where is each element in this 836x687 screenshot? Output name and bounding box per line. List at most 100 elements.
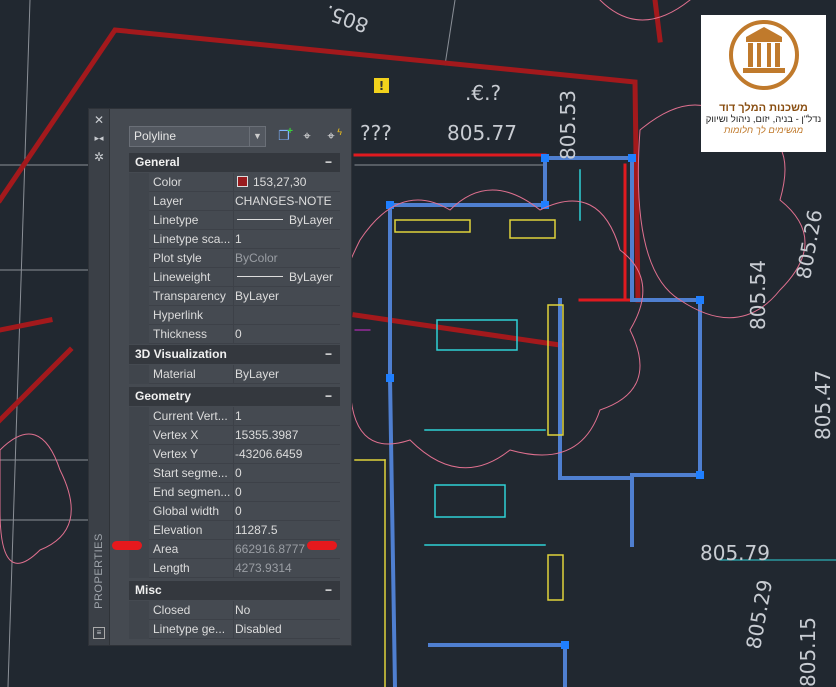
property-value[interactable]: CHANGES-NOTE — [233, 192, 340, 210]
collapse-icon[interactable]: − — [325, 345, 332, 364]
property-value-text: Disabled — [235, 622, 282, 636]
property-row-current-vert[interactable]: Current Vert... 1 — [129, 407, 340, 426]
row-gutter — [129, 502, 149, 521]
row-gutter — [129, 407, 149, 426]
section-header-3d-visualization[interactable]: 3D Visualization − — [129, 345, 340, 364]
property-row-hyperlink[interactable]: Hyperlink — [129, 306, 340, 325]
property-row-transparency[interactable]: Transparency ByLayer — [129, 287, 340, 306]
property-value-text: No — [235, 603, 251, 617]
property-value[interactable] — [233, 306, 340, 324]
property-value[interactable]: ByLayer — [233, 211, 340, 229]
cad-label: 805.53 — [556, 90, 580, 160]
property-value: 4273.9314 — [233, 559, 340, 577]
section-title: Geometry — [135, 389, 192, 403]
property-label: Material — [153, 367, 196, 381]
property-label: Linetype — [153, 213, 199, 227]
property-label: Vertex Y — [153, 447, 199, 461]
property-value[interactable]: ByLayer — [233, 268, 340, 286]
property-row-linetype[interactable]: Linetype ByLayer — [129, 211, 340, 230]
row-gutter — [129, 464, 149, 483]
property-row-closed[interactable]: Closed No — [129, 601, 340, 620]
linetype-preview-icon — [237, 219, 283, 220]
section-header-geometry[interactable]: Geometry − — [129, 387, 340, 406]
row-gutter — [129, 445, 149, 464]
section-header-general[interactable]: General − — [129, 153, 340, 172]
property-row-length[interactable]: Length 4273.9314 — [129, 559, 340, 578]
row-gutter — [129, 211, 149, 230]
property-value-text: ByColor — [235, 251, 278, 265]
property-label: Elevation — [153, 523, 203, 537]
property-value[interactable]: 1 — [233, 407, 340, 425]
property-row-linetype-sca[interactable]: Linetype sca... 1 — [129, 230, 340, 249]
property-label: Global width — [153, 504, 220, 518]
property-row-color[interactable]: Color 153,27,30 — [129, 173, 340, 192]
section-rows-3d-visualization: Material ByLayer — [129, 365, 340, 384]
property-row-material[interactable]: Material ByLayer — [129, 365, 340, 384]
cad-label: ??? — [360, 121, 392, 145]
property-value-text: 15355.3987 — [235, 428, 299, 442]
row-gutter — [129, 426, 149, 445]
gear-icon[interactable]: ✲ — [92, 150, 106, 164]
row-gutter — [129, 325, 149, 344]
property-value-text: 0 — [235, 466, 242, 480]
property-value[interactable]: Disabled — [233, 620, 340, 638]
palette-title-strip[interactable]: ✕ ▸◂ ✲ PROPERTIES ≡ — [89, 109, 110, 645]
property-label: Linetype sca... — [153, 232, 231, 246]
property-label: Layer — [153, 194, 184, 208]
property-label: Current Vert... — [153, 409, 228, 423]
object-type-dropdown[interactable]: Polyline ▼ — [129, 126, 266, 147]
logo-slogan: מגשימים לך חלומות — [723, 125, 804, 136]
property-label: Start segme... — [153, 466, 228, 480]
row-gutter — [129, 268, 149, 287]
property-value[interactable]: No — [233, 601, 340, 619]
property-value[interactable]: ByLayer — [233, 287, 340, 305]
property-row-end-segmen[interactable]: End segmen... 0 — [129, 483, 340, 502]
property-row-vertex-x[interactable]: Vertex X 15355.3987 — [129, 426, 340, 445]
exclamation-warning-icon[interactable]: ! — [374, 78, 389, 93]
property-value[interactable]: 0 — [233, 325, 340, 343]
property-value[interactable]: 153,27,30 — [233, 173, 340, 191]
property-value[interactable]: 0 — [233, 502, 340, 520]
collapse-icon[interactable]: − — [325, 387, 332, 406]
property-row-lineweight[interactable]: Lineweight ByLayer — [129, 268, 340, 287]
row-gutter — [129, 173, 149, 192]
section-rows-general: Color 153,27,30 Layer CHANGES-NOTE Linetype B… — [129, 173, 340, 344]
property-value[interactable]: ByLayer — [233, 365, 340, 383]
property-value[interactable]: 0 — [233, 464, 340, 482]
toggle-pickadd-icon[interactable]: ❐ + — [275, 126, 293, 145]
property-value[interactable]: 1 — [233, 230, 340, 248]
property-value[interactable]: 0 — [233, 483, 340, 501]
quick-select-icon[interactable]: ⌖ ϟ — [322, 127, 342, 145]
property-value[interactable]: 15355.3987 — [233, 426, 340, 444]
property-row-global-width[interactable]: Global width 0 — [129, 502, 340, 521]
select-objects-icon[interactable]: ⌖ — [298, 127, 316, 145]
section-title: 3D Visualization — [135, 347, 227, 361]
property-value[interactable]: 11287.5 — [233, 521, 340, 539]
close-icon[interactable]: ✕ — [92, 113, 106, 127]
auto-hide-icon[interactable]: ▸◂ — [92, 131, 106, 145]
property-value-text: 11287.5 — [235, 523, 278, 537]
collapse-icon[interactable]: − — [325, 581, 332, 600]
property-label: Hyperlink — [153, 308, 204, 322]
property-value[interactable]: -43206.6459 — [233, 445, 340, 463]
company-logo: משכנות המלך דוד נדל"ן - בניה, יזום, ניהו… — [701, 15, 826, 152]
cad-label: 805. — [322, 0, 372, 38]
property-row-vertex-y[interactable]: Vertex Y -43206.6459 — [129, 445, 340, 464]
section-header-misc[interactable]: Misc − — [129, 581, 340, 600]
cad-label: 805.15 — [796, 617, 820, 687]
property-row-plot-style[interactable]: Plot style ByColor — [129, 249, 340, 268]
properties-menu-icon[interactable]: ≡ — [93, 627, 105, 639]
logo-tagline: נדל"ן - בניה, יזום, ניהול ושיווק — [705, 114, 822, 125]
property-label: Vertex X — [153, 428, 199, 442]
property-row-thickness[interactable]: Thickness 0 — [129, 325, 340, 344]
row-gutter — [129, 365, 149, 384]
property-label: Closed — [153, 603, 191, 617]
property-row-start-segme[interactable]: Start segme... 0 — [129, 464, 340, 483]
color-swatch-icon — [237, 176, 248, 187]
chevron-down-icon: ▼ — [249, 127, 265, 146]
property-row-elevation[interactable]: Elevation 11287.5 — [129, 521, 340, 540]
property-row-layer[interactable]: Layer CHANGES-NOTE — [129, 192, 340, 211]
property-row-linetype-ge[interactable]: Linetype ge... Disabled — [129, 620, 340, 639]
collapse-icon[interactable]: − — [325, 153, 332, 172]
section-rows-misc: Closed No Linetype ge... Disabled — [129, 601, 340, 639]
